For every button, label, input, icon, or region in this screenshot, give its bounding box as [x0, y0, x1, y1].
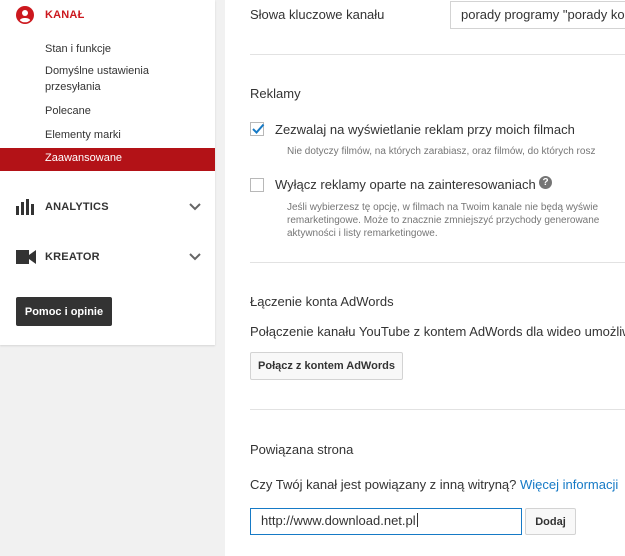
- sidebar-item-zaawansowane[interactable]: Zaawansowane: [0, 148, 215, 171]
- main-panel: Słowa kluczowe kanału porady programy "p…: [225, 0, 625, 556]
- divider: [250, 262, 625, 263]
- add-site-button[interactable]: Dodaj: [525, 508, 576, 535]
- disable-interest-ads-checkbox[interactable]: [250, 178, 264, 192]
- linked-site-question-row: Czy Twój kanał jest powiązany z inną wit…: [250, 477, 618, 492]
- adwords-section-title: Łączenie konta AdWords: [250, 294, 394, 309]
- disable-interest-ads-label[interactable]: Wyłącz reklamy oparte na zainteresowania…: [275, 177, 536, 192]
- sidebar-item-elementy-marki[interactable]: Elementy marki: [45, 127, 185, 143]
- sidebar-item-stan-i-funkcje[interactable]: Stan i funkcje: [45, 41, 185, 57]
- linked-site-section-title: Powiązana strona: [250, 442, 354, 457]
- chevron-down-icon[interactable]: [189, 253, 201, 261]
- linked-site-url-input[interactable]: http://www.download.net.pl: [250, 508, 522, 535]
- linked-site-question: Czy Twój kanał jest powiązany z inną wit…: [250, 477, 517, 492]
- sidebar-item-label: Zaawansowane: [45, 152, 123, 164]
- help-feedback-button[interactable]: Pomoc i opinie: [16, 297, 112, 326]
- interest-ads-note-line-2: remarketingowe. Może to znacznie zmniejs…: [287, 215, 600, 226]
- interest-ads-note-line-3: aktywności i listy remarketingowe.: [287, 228, 438, 239]
- url-value: http://www.download.net.pl: [261, 513, 416, 528]
- sidebar-section-analytics[interactable]: ANALYTICS: [0, 192, 215, 222]
- sidebar: KANAŁ Stan i funkcje Domyślne ustawienia…: [0, 0, 215, 345]
- allow-ads-checkbox[interactable]: [250, 122, 265, 136]
- sidebar-section-label: KANAŁ: [45, 9, 85, 21]
- sidebar-item-polecane[interactable]: Polecane: [45, 103, 185, 119]
- ads-section-title: Reklamy: [250, 86, 301, 101]
- sidebar-section-kreator[interactable]: KREATOR: [0, 242, 215, 272]
- link-adwords-button[interactable]: Połącz z kontem AdWords: [250, 352, 403, 380]
- sidebar-section-label: ANALYTICS: [45, 201, 109, 213]
- sidebar-section-label: KREATOR: [45, 251, 100, 263]
- more-info-link[interactable]: Więcej informacji: [520, 477, 618, 492]
- allow-ads-note: Nie dotyczy filmów, na których zarabiasz…: [287, 146, 596, 157]
- chevron-down-icon[interactable]: [189, 203, 201, 211]
- sidebar-item-domyslne-ustawienia[interactable]: Domyślne ustawienia przesyłania: [45, 63, 185, 95]
- sidebar-section-kanal[interactable]: KANAŁ: [0, 0, 215, 30]
- video-camera-icon: [16, 250, 36, 264]
- divider: [250, 409, 625, 410]
- interest-ads-note-line-1: Jeśli wybierzesz tę opcję, w filmach na …: [287, 202, 599, 213]
- bar-chart-icon: [16, 199, 34, 215]
- question-mark-icon[interactable]: ?: [539, 176, 552, 189]
- adwords-description: Połączenie kanału YouTube z kontem AdWor…: [250, 324, 625, 339]
- divider: [250, 54, 625, 55]
- channel-keywords-input[interactable]: porady programy "porady kom: [450, 1, 625, 29]
- checkmark-icon: [252, 123, 265, 134]
- allow-ads-label[interactable]: Zezwalaj na wyświetlanie reklam przy moi…: [275, 122, 575, 137]
- channel-keywords-label: Słowa kluczowe kanału: [250, 7, 385, 22]
- user-circle-icon: [16, 6, 34, 24]
- text-cursor: [416, 513, 418, 527]
